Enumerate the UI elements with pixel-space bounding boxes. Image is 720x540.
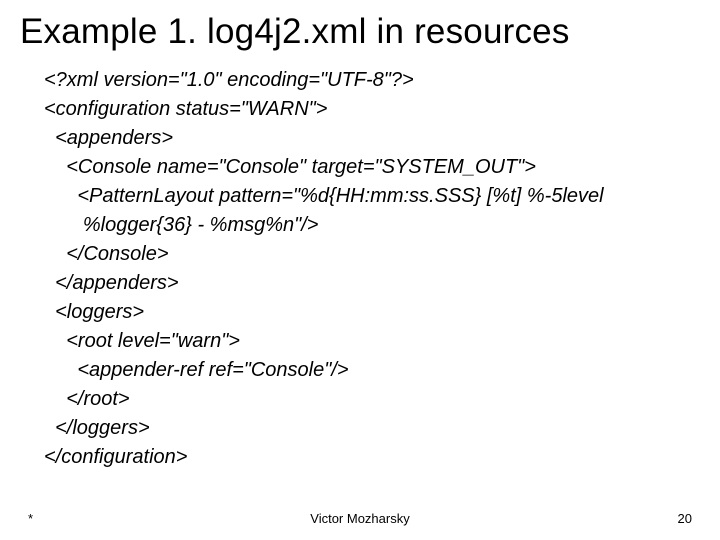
slide-title: Example 1. log4j2.xml in resources — [0, 0, 720, 52]
code-line: <root level="warn"> — [44, 327, 720, 356]
code-line: <Console name="Console" target="SYSTEM_O… — [44, 153, 720, 182]
code-line: <?xml version="1.0" encoding="UTF-8"?> — [44, 66, 720, 95]
code-line: <PatternLayout pattern="%d{HH:mm:ss.SSS}… — [44, 182, 720, 211]
footer-center: Victor Mozharsky — [0, 511, 720, 526]
code-line: </Console> — [44, 240, 720, 269]
code-line: </root> — [44, 385, 720, 414]
code-block: <?xml version="1.0" encoding="UTF-8"?> <… — [0, 52, 720, 472]
code-line: </loggers> — [44, 414, 720, 443]
footer-right: 20 — [678, 511, 692, 526]
code-line: <appender-ref ref="Console"/> — [44, 356, 720, 385]
code-line: <appenders> — [44, 124, 720, 153]
code-line: </appenders> — [44, 269, 720, 298]
code-line: %logger{36} - %msg%n"/> — [44, 211, 720, 240]
code-line: <loggers> — [44, 298, 720, 327]
slide: Example 1. log4j2.xml in resources <?xml… — [0, 0, 720, 540]
code-line: <configuration status="WARN"> — [44, 95, 720, 124]
code-line: </configuration> — [44, 443, 720, 472]
